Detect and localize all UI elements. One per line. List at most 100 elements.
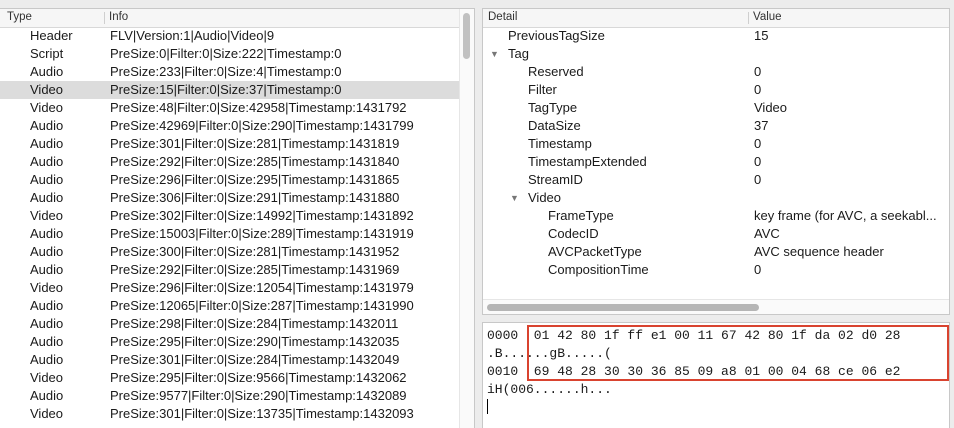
- table-row[interactable]: Video PreSize:302|Filter:0|Size:14992|Tim…: [0, 207, 474, 225]
- detail-header: Detail Value: [483, 9, 949, 28]
- row-info: PreSize:300|Filter:0|Size:281|Timestamp:…: [110, 244, 400, 259]
- detail-row[interactable]: StreamID 0: [483, 171, 949, 189]
- table-row[interactable]: Audio PreSize:292|Filter:0|Size:285|Times…: [0, 153, 474, 171]
- detail-value: 0: [754, 64, 762, 79]
- row-info: PreSize:295|Filter:0|Size:9566|Timestamp…: [110, 370, 407, 385]
- table-row[interactable]: Audio PreSize:295|Filter:0|Size:290|Times…: [0, 333, 474, 351]
- row-type: Video: [30, 208, 64, 223]
- detail-row[interactable]: Reserved 0: [483, 63, 949, 81]
- table-row[interactable]: Script PreSize:0|Filter:0|Size:222|Timest…: [0, 45, 474, 63]
- row-info: PreSize:48|Filter:0|Size:42958|Timestamp…: [110, 100, 407, 115]
- row-type: Video: [30, 280, 64, 295]
- detail-label: AVCPacketType: [548, 244, 642, 259]
- row-type: Header: [30, 28, 73, 43]
- detail-value: Video: [754, 100, 788, 115]
- row-info: PreSize:301|Filter:0|Size:13735|Timestam…: [110, 406, 414, 421]
- detail-row[interactable]: PreviousTagSize 15: [483, 27, 949, 45]
- detail-value: 0: [754, 82, 762, 97]
- detail-row[interactable]: TimestampExtended 0: [483, 153, 949, 171]
- table-row[interactable]: Audio PreSize:292|Filter:0|Size:285|Times…: [0, 261, 474, 279]
- tag-list-header: Type Info: [0, 9, 474, 28]
- detail-value: AVC: [754, 226, 780, 241]
- tag-list-scrollbar[interactable]: [459, 9, 474, 428]
- row-info: PreSize:296|Filter:0|Size:12054|Timestam…: [110, 280, 414, 295]
- row-type: Audio: [30, 136, 64, 151]
- row-type: Script: [30, 46, 64, 61]
- column-header-detail[interactable]: Detail: [488, 11, 517, 23]
- detail-label: DataSize: [528, 118, 581, 133]
- table-row[interactable]: Audio PreSize:298|Filter:0|Size:284|Times…: [0, 315, 474, 333]
- detail-row[interactable]: AVCPacketType AVC sequence header: [483, 243, 949, 261]
- table-row[interactable]: Audio PreSize:296|Filter:0|Size:295|Times…: [0, 171, 474, 189]
- tag-list-table[interactable]: Type Info Header FLV|Version:1|Audio|Vide…: [0, 8, 475, 428]
- table-row[interactable]: Audio PreSize:233|Filter:0|Size:4|Timesta…: [0, 63, 474, 81]
- detail-label: CompositionTime: [548, 262, 649, 277]
- detail-label: StreamID: [528, 172, 583, 187]
- hex-highlight-box: [527, 325, 949, 381]
- row-type: Audio: [30, 64, 64, 79]
- table-row[interactable]: Video PreSize:301|Filter:0|Size:13735|Tim…: [0, 405, 474, 423]
- detail-value: key frame (for AVC, a seekabl...: [754, 208, 937, 223]
- row-type: Audio: [30, 352, 64, 367]
- column-header-value[interactable]: Value: [753, 11, 782, 23]
- detail-row[interactable]: CompositionTime 0: [483, 261, 949, 279]
- table-row[interactable]: Audio PreSize:9577|Filter:0|Size:290|Time…: [0, 387, 474, 405]
- detail-value: AVC sequence header: [754, 244, 884, 259]
- row-info: PreSize:0|Filter:0|Size:222|Timestamp:0: [110, 46, 342, 61]
- row-info: PreSize:306|Filter:0|Size:291|Timestamp:…: [110, 190, 400, 205]
- table-row[interactable]: Audio PreSize:301|Filter:0|Size:281|Times…: [0, 135, 474, 153]
- table-row[interactable]: Audio PreSize:300|Filter:0|Size:281|Times…: [0, 243, 474, 261]
- detail-value: 37: [754, 118, 769, 133]
- disclosure-triangle-icon[interactable]: ▼: [490, 45, 499, 63]
- detail-row[interactable]: CodecID AVC: [483, 225, 949, 243]
- row-type: Video: [30, 370, 64, 385]
- row-info: PreSize:42969|Filter:0|Size:290|Timestam…: [110, 118, 414, 133]
- detail-label: Reserved: [528, 64, 584, 79]
- detail-value: 15: [754, 28, 769, 43]
- detail-row[interactable]: Filter 0: [483, 81, 949, 99]
- detail-row[interactable]: Timestamp 0: [483, 135, 949, 153]
- detail-value: 0: [754, 172, 762, 187]
- disclosure-triangle-icon[interactable]: ▼: [510, 189, 519, 207]
- row-type: Audio: [30, 244, 64, 259]
- table-row[interactable]: Video PreSize:15|Filter:0|Size:37|Timesta…: [0, 81, 474, 99]
- detail-tree-table[interactable]: Detail Value PreviousTagSize 15 ▼ Tag Reserv…: [482, 8, 950, 315]
- row-type: Audio: [30, 388, 64, 403]
- row-type: Audio: [30, 316, 64, 331]
- row-info: PreSize:301|Filter:0|Size:281|Timestamp:…: [110, 136, 400, 151]
- detail-scroll-thumb[interactable]: [487, 304, 759, 311]
- table-row[interactable]: Video PreSize:48|Filter:0|Size:42958|Time…: [0, 99, 474, 117]
- hex-ascii-line-0010: iH(006......h...: [487, 382, 612, 397]
- row-type: Video: [30, 82, 64, 97]
- detail-label: PreviousTagSize: [508, 28, 605, 43]
- detail-label: Filter: [528, 82, 557, 97]
- table-row[interactable]: Audio PreSize:15003|Filter:0|Size:289|Tim…: [0, 225, 474, 243]
- tag-list-scroll-thumb[interactable]: [463, 13, 470, 59]
- table-row[interactable]: Audio PreSize:12065|Filter:0|Size:287|Tim…: [0, 297, 474, 315]
- detail-row[interactable]: ▼ Tag: [483, 45, 949, 63]
- detail-row[interactable]: FrameType key frame (for AVC, a seekabl..…: [483, 207, 949, 225]
- table-row[interactable]: Audio PreSize:42969|Filter:0|Size:290|Tim…: [0, 117, 474, 135]
- table-row[interactable]: Header FLV|Version:1|Audio|Video|9: [0, 27, 474, 45]
- row-info: PreSize:302|Filter:0|Size:14992|Timestam…: [110, 208, 414, 223]
- detail-row[interactable]: ▼ Video: [483, 189, 949, 207]
- detail-row[interactable]: TagType Video: [483, 99, 949, 117]
- row-type: Audio: [30, 334, 64, 349]
- detail-label: Timestamp: [528, 136, 592, 151]
- detail-label: FrameType: [548, 208, 614, 223]
- table-row[interactable]: Video PreSize:296|Filter:0|Size:12054|Tim…: [0, 279, 474, 297]
- table-row[interactable]: Video PreSize:295|Filter:0|Size:9566|Time…: [0, 369, 474, 387]
- row-info: PreSize:296|Filter:0|Size:295|Timestamp:…: [110, 172, 400, 187]
- detail-label: Tag: [508, 46, 529, 61]
- detail-horizontal-scrollbar[interactable]: [483, 299, 949, 314]
- row-info: PreSize:298|Filter:0|Size:284|Timestamp:…: [110, 316, 399, 331]
- row-info: PreSize:12065|Filter:0|Size:287|Timestam…: [110, 298, 414, 313]
- hex-dump-view[interactable]: 0000 01 42 80 1f ff e1 00 11 67 42 80 1f…: [482, 322, 950, 428]
- detail-row[interactable]: DataSize 37: [483, 117, 949, 135]
- table-row[interactable]: Audio PreSize:306|Filter:0|Size:291|Times…: [0, 189, 474, 207]
- row-info: FLV|Version:1|Audio|Video|9: [110, 28, 275, 43]
- column-header-type[interactable]: Type: [7, 11, 32, 23]
- column-header-info[interactable]: Info: [109, 11, 128, 23]
- row-type: Audio: [30, 154, 64, 169]
- table-row[interactable]: Audio PreSize:301|Filter:0|Size:284|Times…: [0, 351, 474, 369]
